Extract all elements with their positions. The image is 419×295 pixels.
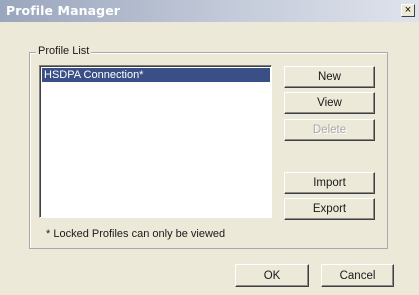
- title-bar[interactable]: Profile Manager ×: [0, 0, 419, 22]
- close-button[interactable]: ×: [401, 4, 415, 17]
- profile-listbox[interactable]: HSDPA Connection*: [39, 65, 272, 218]
- profile-manager-dialog: Profile Manager × Profile List HSDPA Con…: [0, 0, 419, 295]
- ok-button[interactable]: OK: [235, 264, 309, 287]
- window-title: Profile Manager: [6, 3, 121, 18]
- new-button[interactable]: New: [284, 66, 375, 88]
- profile-list-label: Profile List: [36, 45, 92, 57]
- delete-button[interactable]: Delete: [284, 119, 375, 141]
- import-button[interactable]: Import: [284, 172, 375, 194]
- view-button[interactable]: View: [284, 92, 375, 114]
- cancel-button[interactable]: Cancel: [321, 264, 394, 287]
- profile-item-hsdpa-connection[interactable]: HSDPA Connection*: [42, 68, 270, 82]
- locked-profiles-note: * Locked Profiles can only be viewed: [46, 228, 226, 240]
- close-icon: ×: [404, 4, 412, 16]
- export-button[interactable]: Export: [284, 198, 375, 220]
